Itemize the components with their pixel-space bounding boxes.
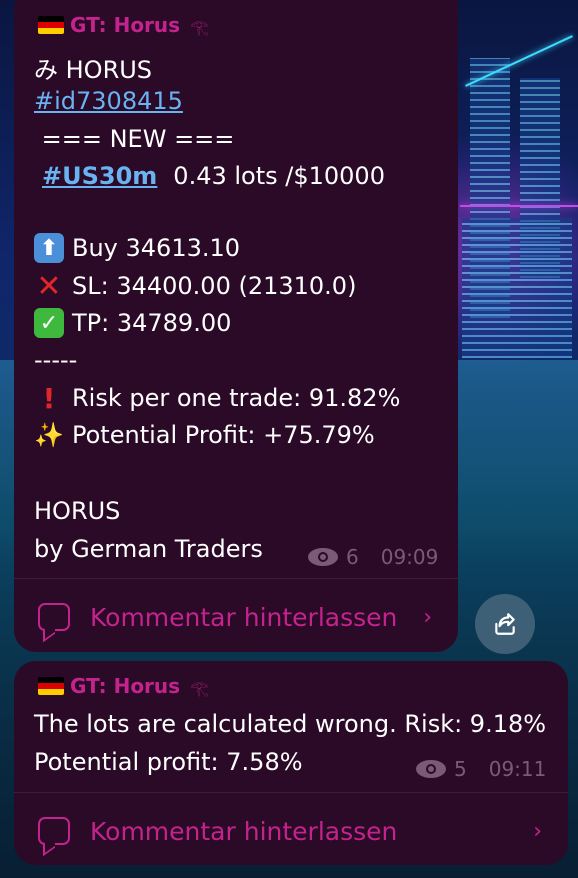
- cross-mark-icon: ✕: [36, 268, 62, 304]
- comment-label: Kommentar hinterlassen: [90, 816, 398, 846]
- share-button[interactable]: [475, 594, 535, 654]
- symbol-line: #US30m 0.43 lots /$10000: [42, 162, 385, 190]
- risk-text: Risk per one trade: 91.82%: [72, 384, 401, 412]
- new-banner: === NEW ===: [34, 125, 235, 153]
- buy-line: ⬆ Buy 34613.10: [34, 233, 240, 263]
- take-profit-text: TP: 34789.00: [72, 309, 232, 337]
- stop-loss-text: SL: 34400.00 (21310.0): [72, 272, 357, 300]
- eye-of-horus-icon: 𓂀: [190, 679, 209, 697]
- stop-loss-line: ✕ SL: 34400.00 (21310.0): [34, 268, 357, 304]
- sender-label: GT: Horus: [70, 673, 181, 698]
- sparkles-icon: ✨: [34, 421, 64, 449]
- message-title: み HORUS: [34, 56, 153, 84]
- sender-label: GT: Horus: [70, 12, 181, 37]
- signature-subtitle: by German Traders: [34, 535, 263, 563]
- eye-of-horus-icon: 𓂀: [190, 18, 209, 36]
- message-time: 09:11: [488, 757, 547, 781]
- risk-line: ! Risk per one trade: 91.82%: [34, 381, 401, 415]
- exclamation-icon: !: [42, 381, 56, 415]
- message-meta: 5 09:11: [416, 757, 546, 781]
- view-count: 6: [346, 545, 359, 569]
- lots-text: 0.43 lots /$10000: [173, 162, 385, 190]
- signature-title: HORUS: [34, 497, 121, 525]
- message-time: 09:09: [380, 545, 439, 569]
- eye-icon: [416, 760, 446, 778]
- message-bubble: GT: Horus 𓂀 み HORUS #id7308415 === NEW =…: [14, 0, 458, 652]
- profit-line: ✨ Potential Profit: +75.79%: [34, 420, 375, 450]
- eye-icon: [308, 548, 338, 566]
- chevron-right-icon: ›: [423, 604, 432, 630]
- germany-flag-icon: [38, 676, 64, 695]
- profit-text: Potential Profit: +75.79%: [72, 421, 375, 449]
- symbol-hashtag-link[interactable]: #US30m: [42, 162, 157, 190]
- buy-text: Buy 34613.10: [72, 234, 241, 262]
- background-tower: [462, 218, 572, 358]
- background-neon-line: [460, 205, 578, 207]
- message-bubble: GT: Horus 𓂀 The lots are calculated wron…: [14, 661, 568, 865]
- divider: [14, 792, 568, 793]
- message-meta: 6 09:09: [308, 545, 438, 569]
- id-hashtag[interactable]: #id7308415: [34, 87, 183, 115]
- comment-icon: [38, 817, 70, 845]
- message-text-line: The lots are calculated wrong. Risk: 9.1…: [34, 710, 547, 738]
- leave-comment-button[interactable]: Kommentar hinterlassen ›: [14, 808, 568, 854]
- check-mark-icon: ✓: [34, 308, 64, 338]
- sender-name[interactable]: GT: Horus 𓂀: [38, 673, 209, 698]
- leave-comment-button[interactable]: Kommentar hinterlassen ›: [14, 594, 458, 640]
- message-text-line: Potential profit: 7.58%: [34, 748, 303, 776]
- chevron-right-icon: ›: [533, 818, 542, 844]
- separator-text: -----: [34, 346, 78, 374]
- up-arrow-icon: ⬆: [34, 233, 64, 263]
- view-count: 5: [454, 757, 467, 781]
- comment-icon: [38, 603, 70, 631]
- take-profit-line: ✓ TP: 34789.00: [34, 308, 231, 338]
- share-icon: [495, 613, 515, 635]
- comment-label: Kommentar hinterlassen: [90, 602, 398, 632]
- sender-name[interactable]: GT: Horus 𓂀: [38, 12, 209, 37]
- id-hashtag-link[interactable]: #id7308415: [34, 87, 183, 115]
- germany-flag-icon: [38, 15, 64, 34]
- divider: [14, 578, 458, 579]
